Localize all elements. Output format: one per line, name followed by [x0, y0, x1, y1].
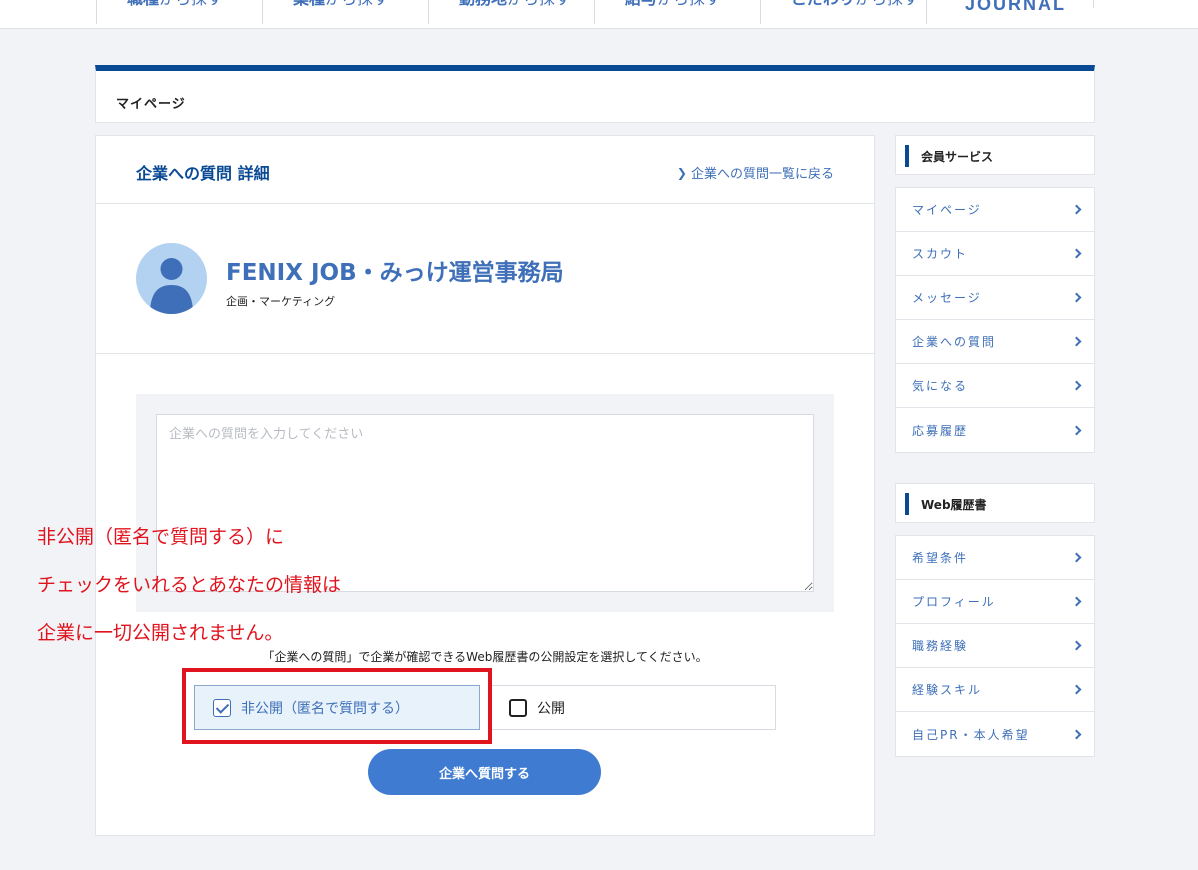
chevron-right-icon: [1071, 336, 1082, 347]
mypage-title: マイページ: [116, 97, 186, 112]
annotation-line-2: チェックをいれるとあなたの情報は: [37, 574, 342, 596]
nav-salary[interactable]: 給与から探す: [594, 0, 721, 24]
sidebar-item-applications[interactable]: 応募履歴: [896, 408, 1094, 452]
sidebar-item-profile[interactable]: プロフィール: [896, 580, 1094, 624]
sidebar-item-label: 経験スキル: [912, 683, 983, 697]
checkbox-empty-icon[interactable]: [509, 698, 527, 717]
sidebar-item-label: スカウト: [912, 247, 969, 261]
sidebar-member-title: 会員サービス: [921, 150, 994, 164]
sidebar-resume-title: Web履歴書: [921, 498, 987, 512]
back-to-question-list-link[interactable]: ❯ 企業への質問一覧に戻る: [676, 163, 834, 183]
sidebar-item-favorites[interactable]: 気になる: [896, 364, 1094, 408]
sidebar-item-message[interactable]: メッセージ: [896, 276, 1094, 320]
annotation-highlight-box: [182, 668, 492, 744]
nav-separator-right: [1093, 0, 1094, 8]
chevron-right-icon: [1071, 640, 1082, 651]
sidebar-item-desired-conditions[interactable]: 希望条件: [896, 536, 1094, 580]
sidebar-resume-header: Web履歴書: [895, 483, 1095, 523]
chevron-right-icon: [1071, 684, 1082, 695]
sidebar-item-self-pr[interactable]: 自己PR・本人希望: [896, 712, 1094, 756]
chevron-right-icon: [1071, 425, 1082, 435]
chevron-right-icon: [1071, 729, 1082, 739]
chevron-right-icon: [1071, 248, 1082, 259]
annotation-text: 非公開（匿名で質問する）に チェックをいれるとあなたの情報は 企業に一切公開され…: [37, 513, 341, 657]
sidebar-item-label: 企業への質問: [912, 335, 997, 349]
sidebar-item-label: 自己PR・本人希望: [912, 727, 1030, 742]
card-header: 企業への質問 詳細 ❯ 企業への質問一覧に戻る: [96, 136, 874, 204]
sidebar-item-label: 職務経験: [912, 639, 969, 653]
mypage-header: マイページ: [95, 65, 1095, 123]
sidebar-item-label: 気になる: [912, 379, 969, 393]
company-category: 企画・マーケティング: [226, 295, 336, 308]
company-name: FENIX JOB・みっけ運営事務局: [226, 260, 564, 286]
back-link-label: 企業への質問一覧に戻る: [690, 167, 834, 182]
top-navigation: 職種から探す 業種から探す 勤務地から探す 給与から探す こだわりから探す JO…: [0, 0, 1198, 29]
option-public-label: 公開: [537, 700, 565, 717]
nav-industry[interactable]: 業種から探す: [262, 0, 389, 24]
option-public[interactable]: 公開: [490, 685, 776, 730]
chevron-right-icon: [1071, 204, 1082, 215]
sidebar-item-work-experience[interactable]: 職務経験: [896, 624, 1094, 668]
sidebar-item-scout[interactable]: スカウト: [896, 232, 1094, 276]
sidebar-item-label: 希望条件: [912, 551, 969, 565]
submit-question-button[interactable]: 企業へ質問する: [368, 749, 601, 795]
nav-location[interactable]: 勤務地から探す: [428, 0, 571, 24]
nav-preference[interactable]: こだわりから探す: [760, 0, 919, 24]
annotation-line-1: 非公開（匿名で質問する）に: [37, 526, 285, 548]
sidebar-item-label: 応募履歴: [912, 423, 969, 438]
chevron-right-icon: [1071, 596, 1082, 607]
question-detail-card: 企業への質問 詳細 ❯ 企業への質問一覧に戻る FENIX JOB・みっけ運営事…: [95, 135, 875, 836]
chevron-right-icon: ❯: [676, 165, 687, 180]
sidebar-item-label: マイページ: [912, 203, 982, 217]
user-silhouette-icon: [150, 258, 193, 314]
nav-separator: [926, 0, 927, 24]
sidebar-item-skills[interactable]: 経験スキル: [896, 668, 1094, 712]
sidebar-item-mypage[interactable]: マイページ: [896, 188, 1094, 232]
page-title: 企業への質問 詳細: [136, 164, 270, 183]
chevron-right-icon: [1071, 292, 1082, 303]
company-info: FENIX JOB・みっけ運営事務局 企画・マーケティング: [96, 204, 874, 354]
annotation-line-3: 企業に一切公開されません。: [37, 622, 284, 644]
sidebar-resume-list: 希望条件 プロフィール 職務経験 経験スキル 自己PR・本人希望: [895, 535, 1095, 757]
sidebar-member-list: マイページ スカウト メッセージ 企業への質問 気になる 応募履歴: [895, 187, 1095, 453]
sidebar-member-header: 会員サービス: [895, 135, 1095, 175]
nav-job-type[interactable]: 職種から探す: [96, 0, 223, 24]
chevron-right-icon: [1071, 552, 1082, 563]
chevron-right-icon: [1071, 380, 1082, 391]
sidebar-item-questions[interactable]: 企業への質問: [896, 320, 1094, 364]
nav-journal[interactable]: JOURNAL: [965, 0, 1066, 15]
avatar: [136, 243, 207, 314]
sidebar-item-label: メッセージ: [912, 291, 982, 305]
sidebar-item-label: プロフィール: [912, 595, 996, 609]
